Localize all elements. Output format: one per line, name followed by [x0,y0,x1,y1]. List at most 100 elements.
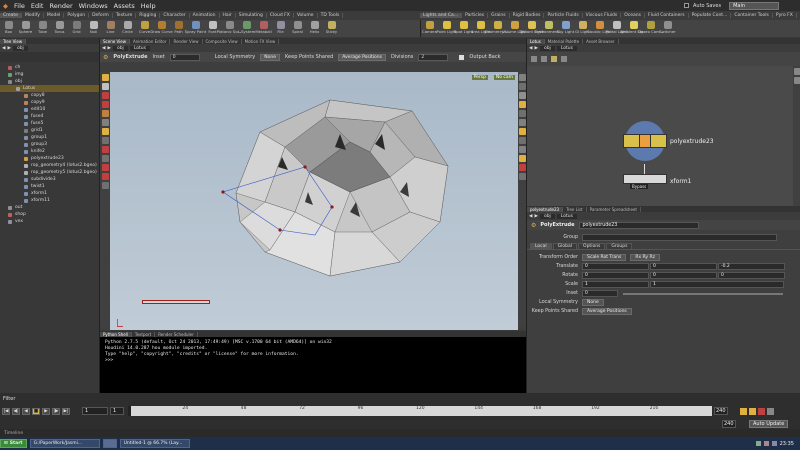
shelf-tab-10[interactable]: Simulating [236,13,267,18]
forward-arrow-icon[interactable]: ▶ [107,46,110,51]
param-subtab-groups[interactable]: Groups [606,243,633,249]
tree-item[interactable]: out [0,204,99,211]
timeline-ruler[interactable]: 24 48 72 96 120 144 168 192 216 [128,406,712,416]
node-polyextrude23[interactable]: polyextrude23 [622,118,714,164]
shelf-tab-1[interactable]: Modify [22,13,44,18]
active-tool-icon[interactable] [101,128,109,135]
shelf-tab-2[interactable]: Model [44,13,65,18]
rotate-tool-icon[interactable] [101,92,109,99]
end-frame-field[interactable]: 240 [714,407,728,415]
magnet-icon[interactable] [101,173,109,180]
panel-tab[interactable]: Textport [132,331,156,337]
panel-tab[interactable]: Render View [170,38,203,44]
tab-tree-view[interactable]: Tree View [0,38,27,44]
shelf-tab-right-4[interactable]: Particle Fluids [544,13,583,18]
shelf-tab-4[interactable]: Deform [89,13,113,18]
points-icon[interactable] [518,119,526,126]
keyframe-add-icon[interactable] [749,407,756,415]
auto-update-select[interactable]: Auto Update [749,419,789,428]
param-path-obj[interactable]: obj [539,213,555,219]
tree-item[interactable]: fuse4 [0,113,99,120]
realtime-icon[interactable] [767,407,774,415]
shelf-tool-shelf_tools_left-4[interactable]: Grid [68,20,85,34]
param-value-field[interactable]: 1 [650,281,784,288]
forward-arrow-icon[interactable]: ▶ [534,214,537,219]
light-icon[interactable] [518,101,526,108]
step-back-icon[interactable]: ◀| [12,407,20,415]
param-subtab-local[interactable]: Local [530,243,552,249]
transform-order-select[interactable]: Scale Rot Trans [582,254,627,261]
menu-windows[interactable]: Windows [76,2,111,10]
shelf-tool-shelf_tools_right-2[interactable]: Spot Light [454,20,473,34]
taskbar-item-explorer[interactable]: G:/PaperWork/Jasmi... [29,439,100,448]
shelf-tab-right-7[interactable]: Fluid Containers [645,13,689,18]
local-symmetry-select[interactable]: None [582,299,604,306]
grid-icon[interactable] [518,137,526,144]
shelf-tab-9[interactable]: Hair [220,13,236,18]
panel-tab[interactable]: Lotus [527,38,545,44]
tree-item[interactable]: polyextrude23 [0,155,99,162]
shelf-tool-shelf_tools_left-7[interactable]: Circle [119,20,136,34]
back-arrow-icon[interactable]: ◀ [529,46,532,51]
rotate-order-select[interactable]: Rx Ry Rz [630,254,660,261]
shelf-tab-right-1[interactable]: Particles [462,13,489,18]
keep-points-select[interactable]: Average Positions [582,308,632,315]
tree-item[interactable]: group3 [0,141,99,148]
shelf-tool-shelf_tools_left-17[interactable]: Spiral [289,20,306,34]
param-group-field[interactable] [582,234,777,241]
visualizer-icon[interactable] [518,164,526,171]
tree-item[interactable]: knife2 [0,148,99,155]
keep-points-select[interactable]: Average Positions [338,53,386,61]
shelf-tab-right-6[interactable]: Oceans [621,13,645,18]
shelf-tab-0[interactable]: Create [0,13,22,18]
output-back-checkbox[interactable] [459,54,465,60]
shelf-tool-shelf_tools_left-14[interactable]: L-System [238,20,255,34]
shelf-tab-7[interactable]: Character [160,13,190,18]
shelf-tab-right-2[interactable]: Grains [488,13,510,18]
param-node-name[interactable]: polyextrude23 [578,221,699,229]
step-forward-icon[interactable]: |▶ [52,407,60,415]
start-button[interactable]: ⊞ Start [0,439,27,448]
param-subtab-global[interactable]: Global [552,243,578,249]
jump-start-icon[interactable]: |◀ [2,407,10,415]
panel-tab[interactable]: Render Scheduler [155,331,198,337]
view-tool-icon[interactable] [101,155,109,162]
shelf-tab-right-8[interactable]: Populate Cont... [689,13,732,18]
shelf-tool-shelf_tools_left-0[interactable]: Box [0,20,17,34]
shelf-tab-13[interactable]: TD Tools [318,13,344,18]
panel-tab[interactable]: Tree List [563,206,587,212]
param-value-field[interactable]: 0 [582,272,649,279]
tree-mode-icon[interactable] [541,56,547,62]
shelf-tool-shelf_tools_right-7[interactable]: Environment... [535,20,562,34]
stop-icon[interactable]: ■ [32,407,40,415]
play-reverse-icon[interactable]: ◀ [22,407,30,415]
shelf-tab-6[interactable]: Rigging [136,13,161,18]
shelf-tool-shelf_tools_left-9[interactable]: Draw Curve [150,20,173,34]
current-frame-field[interactable]: 1 [82,407,108,415]
move-tool-icon[interactable] [101,83,109,90]
panel-tab[interactable]: Scene View [100,38,130,44]
tree-item[interactable]: shop [0,211,99,218]
tree-item[interactable]: rop_geometry5 (lotus2.bgeo) [0,169,99,176]
jump-end-icon[interactable]: ▶| [62,407,70,415]
tree-item[interactable]: copy9 [0,99,99,106]
local-symmetry-select[interactable]: None [260,53,281,61]
scene-path[interactable]: Lotus [129,45,150,51]
shelf-tab-3[interactable]: Polygon [64,13,90,18]
tree-item[interactable]: img [0,71,99,78]
taskbar-item-photoshop[interactable]: Untitled-1 @ 66.7% (Lay... [119,439,190,448]
shelf-tool-shelf_tools_left-5[interactable]: Null [85,20,102,34]
network-path-2[interactable]: Lotus [556,45,577,51]
panel-tab[interactable]: Motion FX View [242,38,280,44]
param-slider[interactable] [623,292,783,295]
pose-tool-icon[interactable] [101,119,109,126]
shelf-tool-shelf_tools_left-6[interactable]: Line [102,20,119,34]
template-icon[interactable] [518,155,526,162]
menu-render[interactable]: Render [46,2,75,10]
shelf-tool-shelf_tools_left-13[interactable]: Platonic Sol... [217,20,242,34]
zoom-icon[interactable] [793,68,800,75]
node-xform1[interactable]: Bypass xform1 [622,174,691,189]
shelf-tool-shelf_tools_left-18[interactable]: Helix [306,20,323,34]
shelf-tab-right-9[interactable]: Container Tools [731,13,773,18]
list-mode-icon[interactable] [531,56,537,62]
